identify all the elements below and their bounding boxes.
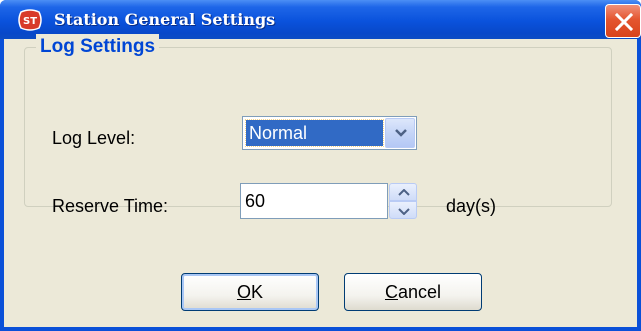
reserve-time-input[interactable]: 60: [240, 183, 388, 219]
reserve-time-spinner: [389, 183, 417, 219]
svg-text:ST: ST: [23, 16, 37, 27]
log-level-select[interactable]: Normal: [242, 116, 417, 150]
chevron-down-icon: [395, 129, 407, 137]
dialog-window: ST Station General Settings Log Settings…: [0, 0, 641, 331]
cancel-mnemonic: C: [384, 282, 398, 302]
st-app-icon: ST: [18, 9, 42, 31]
ok-label-rest: K: [251, 282, 264, 302]
cancel-label-rest: ancel: [397, 282, 442, 302]
ok-mnemonic: O: [236, 282, 251, 302]
spin-up-button[interactable]: [389, 183, 417, 201]
close-button[interactable]: [605, 4, 641, 38]
close-icon: [614, 12, 634, 32]
dropdown-button[interactable]: [385, 118, 415, 148]
ok-button[interactable]: OK: [181, 273, 319, 311]
groupbox-title: Log Settings: [36, 34, 160, 60]
log-level-selected-value[interactable]: Normal: [245, 119, 384, 147]
reserve-time-label: Reserve Time:: [52, 196, 169, 216]
log-level-label: Log Level:: [52, 128, 136, 148]
chevron-up-icon: [398, 189, 410, 196]
reserve-time-unit: day(s): [446, 196, 497, 216]
spin-down-button[interactable]: [389, 201, 417, 219]
window-title: Station General Settings: [54, 10, 276, 29]
cancel-button[interactable]: Cancel: [344, 273, 482, 311]
chevron-down-icon: [398, 208, 410, 215]
